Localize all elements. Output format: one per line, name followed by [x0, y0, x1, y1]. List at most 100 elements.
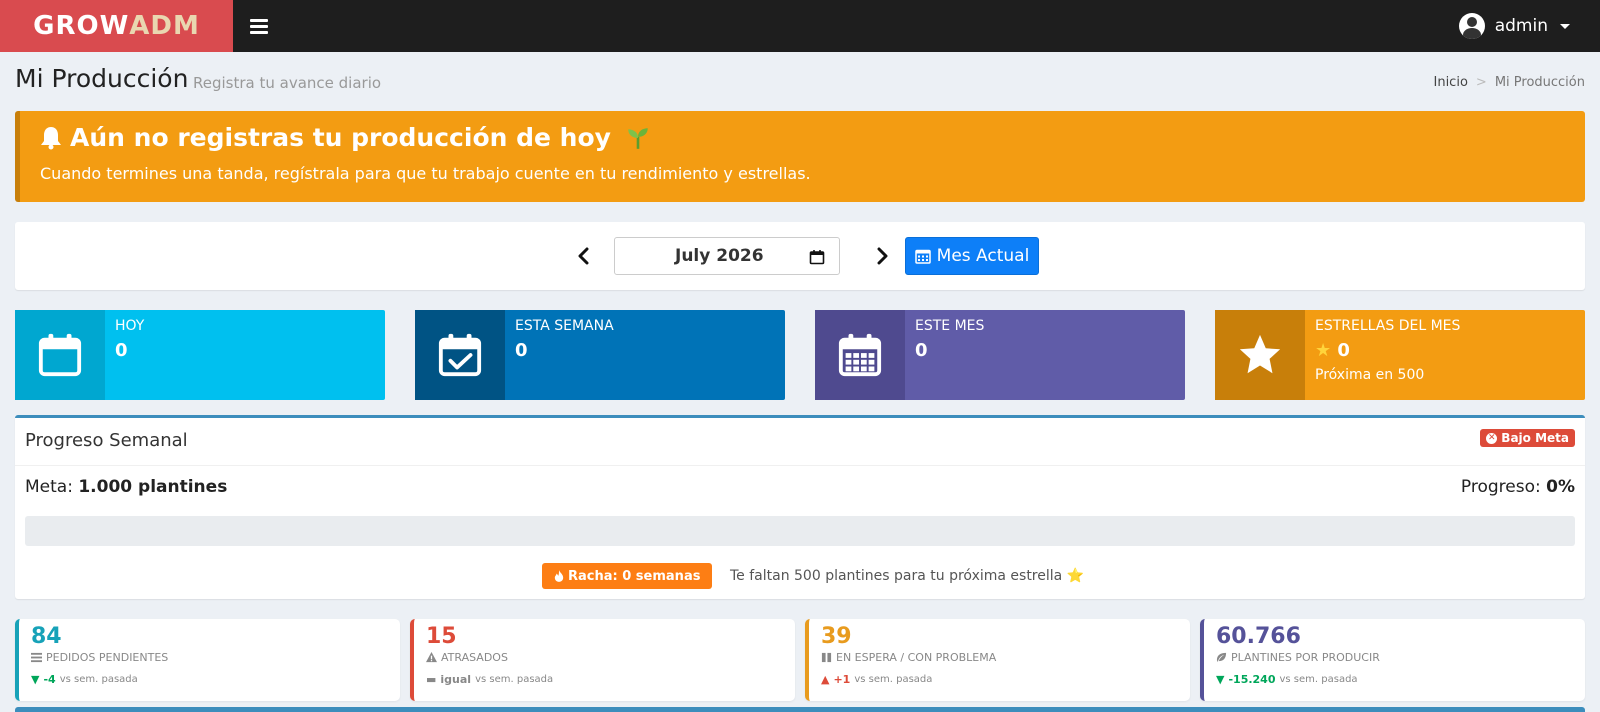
- alert-heading: Aún no registras tu producción de hoy: [40, 123, 1585, 152]
- stat-card-delayed: 15 ATRASADOS ▬ igual vs sem. pasada: [410, 619, 795, 701]
- stat-card-on-hold: 39 EN ESPERA / CON PROBLEMA ▲ +1 vs sem.…: [805, 619, 1190, 701]
- current-month-label: Mes Actual: [936, 246, 1030, 266]
- stat-label: EN ESPERA / CON PROBLEMA: [821, 651, 1178, 664]
- warning-icon: [426, 652, 437, 663]
- streak-badge: Racha: 0 semanas: [542, 563, 713, 589]
- month-value: July 2026: [675, 246, 764, 266]
- month-selector: July 2026 Mes Actual: [15, 222, 1585, 290]
- list-icon: [31, 652, 42, 663]
- next-panel-edge: [15, 707, 1585, 712]
- calendar-grid-icon: [838, 333, 882, 377]
- calendar-icon: [914, 249, 931, 264]
- breadcrumb-separator: >: [1475, 75, 1487, 90]
- chevron-left-icon[interactable]: [572, 244, 596, 268]
- brand-logo[interactable]: GROW ADM: [0, 0, 233, 52]
- star-icon: [1239, 334, 1281, 374]
- stat-label-text: PLANTINES POR PRODUCIR: [1231, 651, 1380, 664]
- stat-delta: ▬ igual vs sem. pasada: [426, 673, 783, 686]
- stat-compare: vs sem. pasada: [1279, 674, 1358, 685]
- stat-delta-value: -15.240: [1228, 673, 1276, 686]
- progress-label: Progreso:: [1460, 477, 1541, 497]
- stars-count: 0: [1337, 340, 1350, 361]
- stat-value: 15: [426, 624, 457, 649]
- stat-value: 60.766: [1216, 624, 1301, 649]
- stat-compare: vs sem. pasada: [854, 674, 933, 685]
- pause-icon: [821, 652, 832, 663]
- stat-label: PLANTINES POR PRODUCIR: [1216, 651, 1573, 664]
- user-menu[interactable]: admin: [1458, 13, 1570, 39]
- fire-icon: [554, 570, 564, 582]
- month-input[interactable]: July 2026: [614, 237, 840, 275]
- info-box-label: ESTRELLAS DEL MES: [1315, 318, 1461, 334]
- stat-label-text: EN ESPERA / CON PROBLEMA: [836, 651, 997, 664]
- info-box-icon: [415, 310, 505, 400]
- sidebar-toggle-icon[interactable]: [250, 17, 268, 35]
- times-circle-icon: ✕: [1486, 432, 1498, 444]
- brand-part-2: ADM: [129, 11, 200, 41]
- user-name: admin: [1494, 16, 1548, 36]
- page-subtitle: Registra tu avance diario: [193, 74, 382, 92]
- chevron-right-icon[interactable]: [870, 244, 894, 268]
- info-box-today: HOY 0: [15, 310, 385, 400]
- info-box-value: 0: [915, 340, 928, 361]
- calendar-picker-icon[interactable]: [809, 249, 825, 265]
- caret-down-icon: [1560, 23, 1570, 29]
- stat-label: ATRASADOS: [426, 651, 783, 664]
- goal-value: 1.000 plantines: [78, 477, 228, 497]
- info-box-label: ESTE MES: [915, 318, 985, 334]
- stat-label-text: PEDIDOS PENDIENTES: [46, 651, 169, 664]
- stat-label-text: ATRASADOS: [441, 651, 508, 664]
- info-box-extra: Próxima en 500: [1315, 367, 1425, 383]
- progress-text: Progreso: 0%: [1461, 477, 1575, 497]
- arrow-up-icon: ▲: [821, 673, 830, 686]
- divider: [15, 465, 1585, 466]
- info-box-label: HOY: [115, 318, 145, 334]
- stat-label: PEDIDOS PENDIENTES: [31, 651, 388, 664]
- info-box-icon: [815, 310, 905, 400]
- panel-title: Progreso Semanal: [25, 430, 188, 451]
- stat-value: 84: [31, 624, 62, 649]
- brand-part-1: GROW: [33, 11, 130, 41]
- stat-compare: vs sem. pasada: [475, 674, 554, 685]
- goal-label: Meta:: [25, 477, 73, 497]
- goal-text: Meta: 1.000 plantines: [25, 477, 227, 497]
- stat-delta-value: +1: [833, 673, 851, 686]
- avatar: [1458, 13, 1485, 39]
- top-navbar: GROW ADM admin: [0, 0, 1600, 52]
- info-box-month: ESTE MES 0: [815, 310, 1185, 400]
- minus-icon: ▬: [426, 673, 437, 686]
- breadcrumb-home[interactable]: Inicio: [1434, 75, 1468, 90]
- alert-message: Cuando termines una tanda, regístrala pa…: [40, 164, 811, 183]
- stat-delta: ▲ +1 vs sem. pasada: [821, 673, 1178, 686]
- stat-delta: ▼ -4 vs sem. pasada: [31, 673, 388, 686]
- current-month-button[interactable]: Mes Actual: [905, 237, 1039, 275]
- page-title: Mi Producción: [15, 64, 189, 93]
- arrow-down-icon: ▼: [1216, 673, 1225, 686]
- alert-title: Aún no registras tu producción de hoy: [70, 123, 611, 152]
- calendar-check-icon: [438, 333, 482, 377]
- info-box-week: ESTA SEMANA 0: [415, 310, 785, 400]
- info-box-stars: ESTRELLAS DEL MES ★ 0 Próxima en 500: [1215, 310, 1585, 400]
- info-box-label: ESTA SEMANA: [515, 318, 614, 334]
- calendar-icon: [38, 333, 82, 377]
- production-alert: Aún no registras tu producción de hoy Cu…: [15, 111, 1585, 202]
- stat-delta-value: igual: [440, 673, 472, 686]
- stat-compare: vs sem. pasada: [59, 674, 138, 685]
- next-star-hint: Te faltan 500 plantines para tu próxima …: [730, 568, 1085, 584]
- stat-delta: ▼ -15.240 vs sem. pasada: [1216, 673, 1573, 686]
- info-box-value: 0: [115, 340, 128, 361]
- star-emoji-icon: ★: [1315, 340, 1332, 361]
- leaf-icon: [1216, 652, 1227, 663]
- progress-value: 0%: [1546, 477, 1575, 497]
- info-box-value: ★ 0: [1315, 340, 1460, 361]
- weekly-progress-panel: Progreso Semanal ✕ Bajo Meta Meta: 1.000…: [15, 415, 1585, 599]
- breadcrumb: Inicio > Mi Producción: [1434, 75, 1586, 90]
- arrow-down-icon: ▼: [31, 673, 40, 686]
- stat-delta-value: -4: [43, 673, 56, 686]
- stat-card-plants-to-produce: 60.766 PLANTINES POR PRODUCIR ▼ -15.240 …: [1200, 619, 1585, 701]
- status-badge: ✕ Bajo Meta: [1480, 429, 1575, 447]
- bell-icon: [41, 126, 61, 149]
- stat-card-pending-orders: 84 PEDIDOS PENDIENTES ▼ -4 vs sem. pasad…: [15, 619, 400, 701]
- info-box-value: 0: [515, 340, 528, 361]
- streak-label: Racha: 0 semanas: [568, 568, 701, 584]
